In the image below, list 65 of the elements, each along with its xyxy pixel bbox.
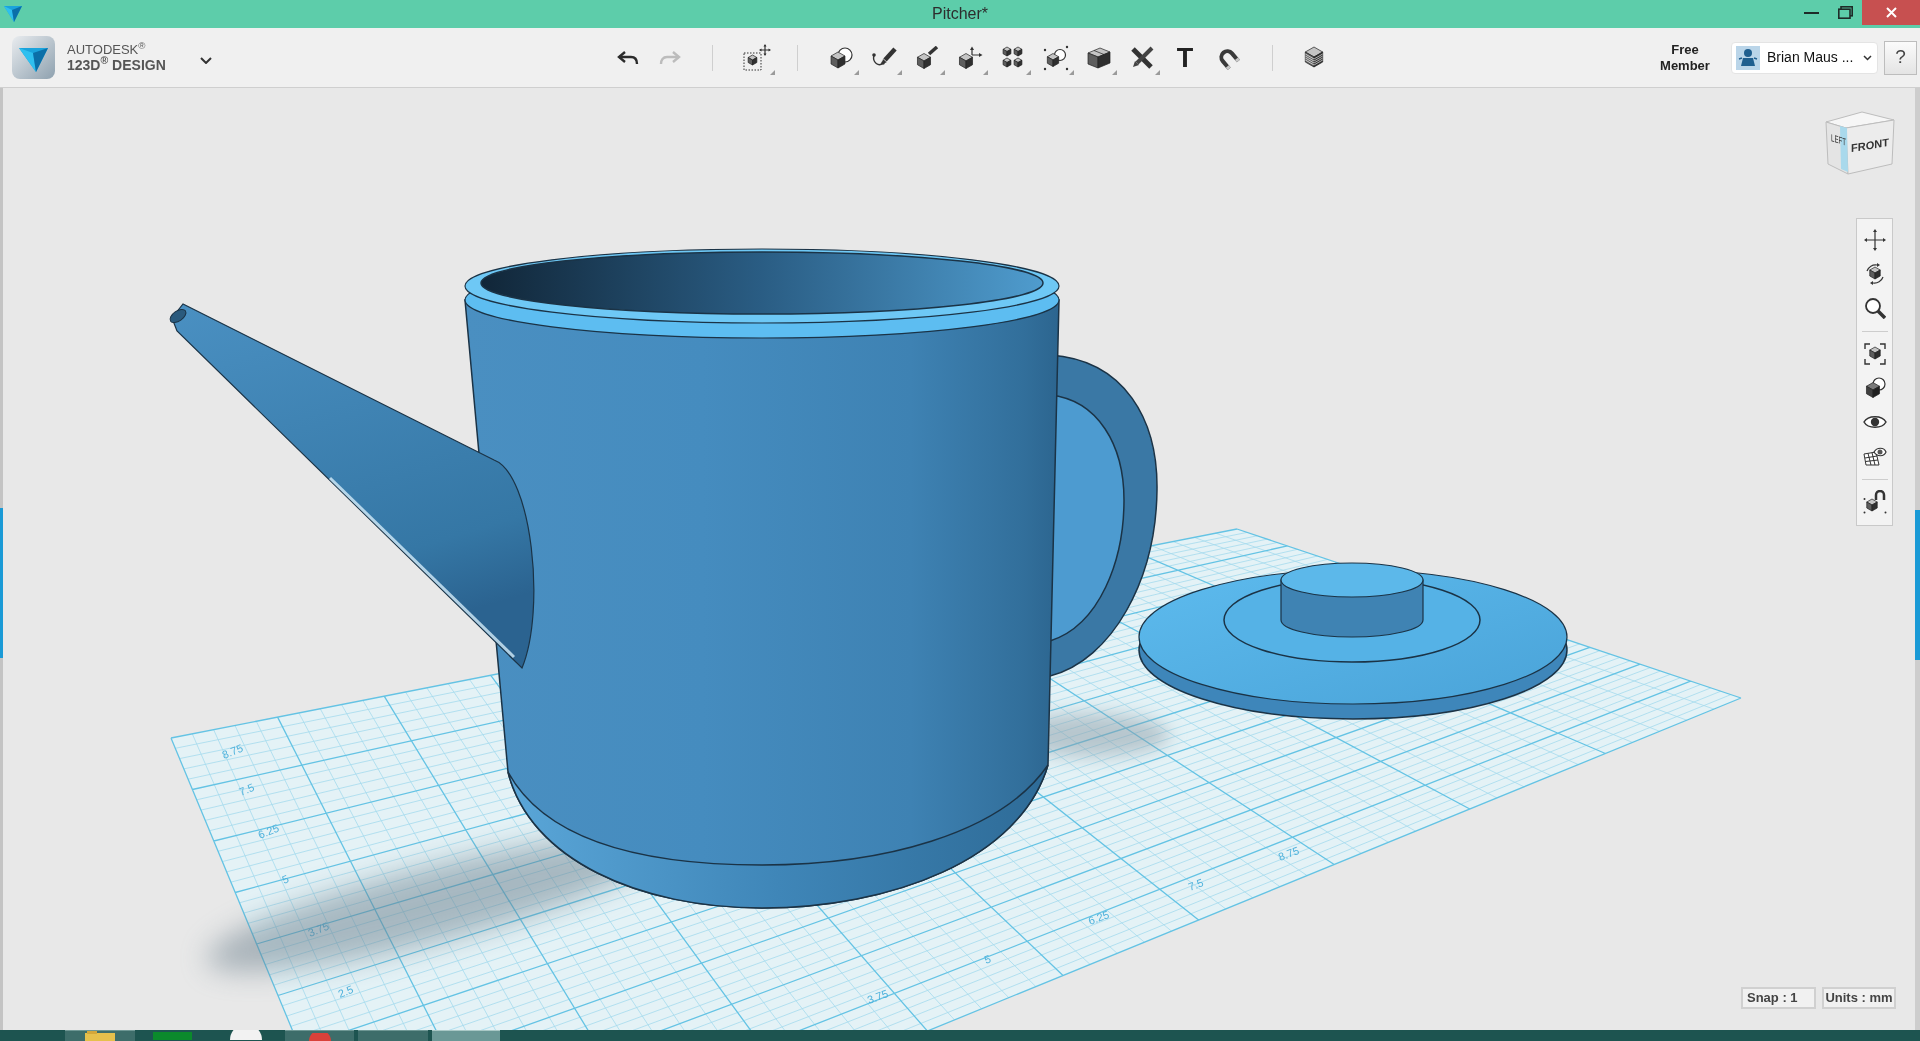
- taskbar-button[interactable]: [65, 1030, 135, 1041]
- grid-label: 6.25: [256, 821, 281, 841]
- help-button[interactable]: ?: [1884, 40, 1917, 75]
- grid-label: 3.75: [306, 919, 331, 939]
- avatar-icon: [1736, 45, 1760, 70]
- dropdown-corner-icon: [854, 69, 859, 75]
- dropdown-corner-icon: [983, 69, 988, 75]
- snap-setting-button[interactable]: Snap : 1: [1741, 987, 1816, 1009]
- magnifier-icon: [1863, 297, 1886, 319]
- cube-pencil-icon: [914, 45, 940, 70]
- panel-handle[interactable]: [0, 508, 3, 658]
- eye-icon: [1862, 414, 1887, 430]
- cube-sphere-icon: [828, 45, 854, 70]
- grid-label: 8.75: [1276, 844, 1301, 863]
- striped-cube-icon: [1302, 45, 1326, 70]
- folder-icon: [85, 1031, 115, 1041]
- dropdown-corner-icon: [1026, 69, 1031, 75]
- grid-label: 6.25: [1086, 908, 1111, 927]
- units-setting-button[interactable]: Units : mm: [1822, 987, 1896, 1009]
- close-icon: [1885, 7, 1897, 18]
- cube-sphere-icon: [1863, 377, 1886, 399]
- app-logo-icon: [4, 6, 22, 22]
- grid-label: 2.5: [336, 983, 355, 1000]
- cube-move-icon: [743, 43, 771, 72]
- ruler-pencil-icon: [1129, 44, 1155, 71]
- restore-icon: [1837, 6, 1853, 19]
- dropdown-corner-icon: [770, 69, 775, 75]
- grid-label: 5: [280, 872, 291, 886]
- product-name: 123D$^{®}$ DESIGN: [67, 56, 167, 74]
- magnet-cube-icon: [1862, 490, 1887, 514]
- dropdown-corner-icon: [897, 69, 902, 75]
- cube-arrows-icon: [957, 45, 983, 70]
- close-button[interactable]: [1862, 0, 1920, 25]
- move-arrows-icon: [1863, 229, 1886, 251]
- framed-cube-icon: [1863, 343, 1886, 365]
- merged-box-icon: [1086, 45, 1112, 70]
- panel-handle[interactable]: [1915, 510, 1920, 660]
- account-dropdown[interactable]: Brian Maus ...: [1731, 41, 1878, 74]
- chevron-down-icon: [200, 57, 212, 64]
- undo-arrow-icon: [617, 49, 639, 66]
- grid-label: 7.5: [1186, 876, 1206, 893]
- redo-arrow-icon: [659, 49, 681, 66]
- dropdown-corner-icon: [1155, 69, 1160, 75]
- grid-label: 8.75: [220, 741, 245, 761]
- app-icon: [153, 1030, 192, 1040]
- four-cubes-icon: [1001, 45, 1025, 70]
- grid-label: 5: [982, 952, 993, 966]
- view-cube[interactable]: LEFT FRONT: [1822, 108, 1898, 182]
- app-logo-icon: [12, 36, 55, 79]
- dropdown-corner-icon: [1069, 69, 1074, 75]
- cube-sphere-selection-icon: [1043, 44, 1069, 71]
- grid-label: 7.5: [237, 781, 256, 798]
- app-icon: [308, 1033, 331, 1041]
- dropdown-corner-icon: [1112, 69, 1117, 75]
- chevron-down-icon: [1863, 54, 1872, 61]
- minimize-icon: [1803, 11, 1819, 14]
- dropdown-corner-icon: [940, 69, 945, 75]
- cube-face-label: LEFT: [1831, 131, 1847, 148]
- membership-label: Free Member: [1659, 41, 1711, 74]
- grid-label: 3.75: [865, 987, 890, 1006]
- grid-eye-icon: [1862, 446, 1887, 466]
- text-tool-button[interactable]: T: [1167, 37, 1203, 78]
- cube-face-label: FRONT: [1851, 136, 1889, 154]
- brand-name: AUTODESK$^{®}$: [67, 41, 147, 57]
- window-title: Pitcher*: [932, 4, 988, 24]
